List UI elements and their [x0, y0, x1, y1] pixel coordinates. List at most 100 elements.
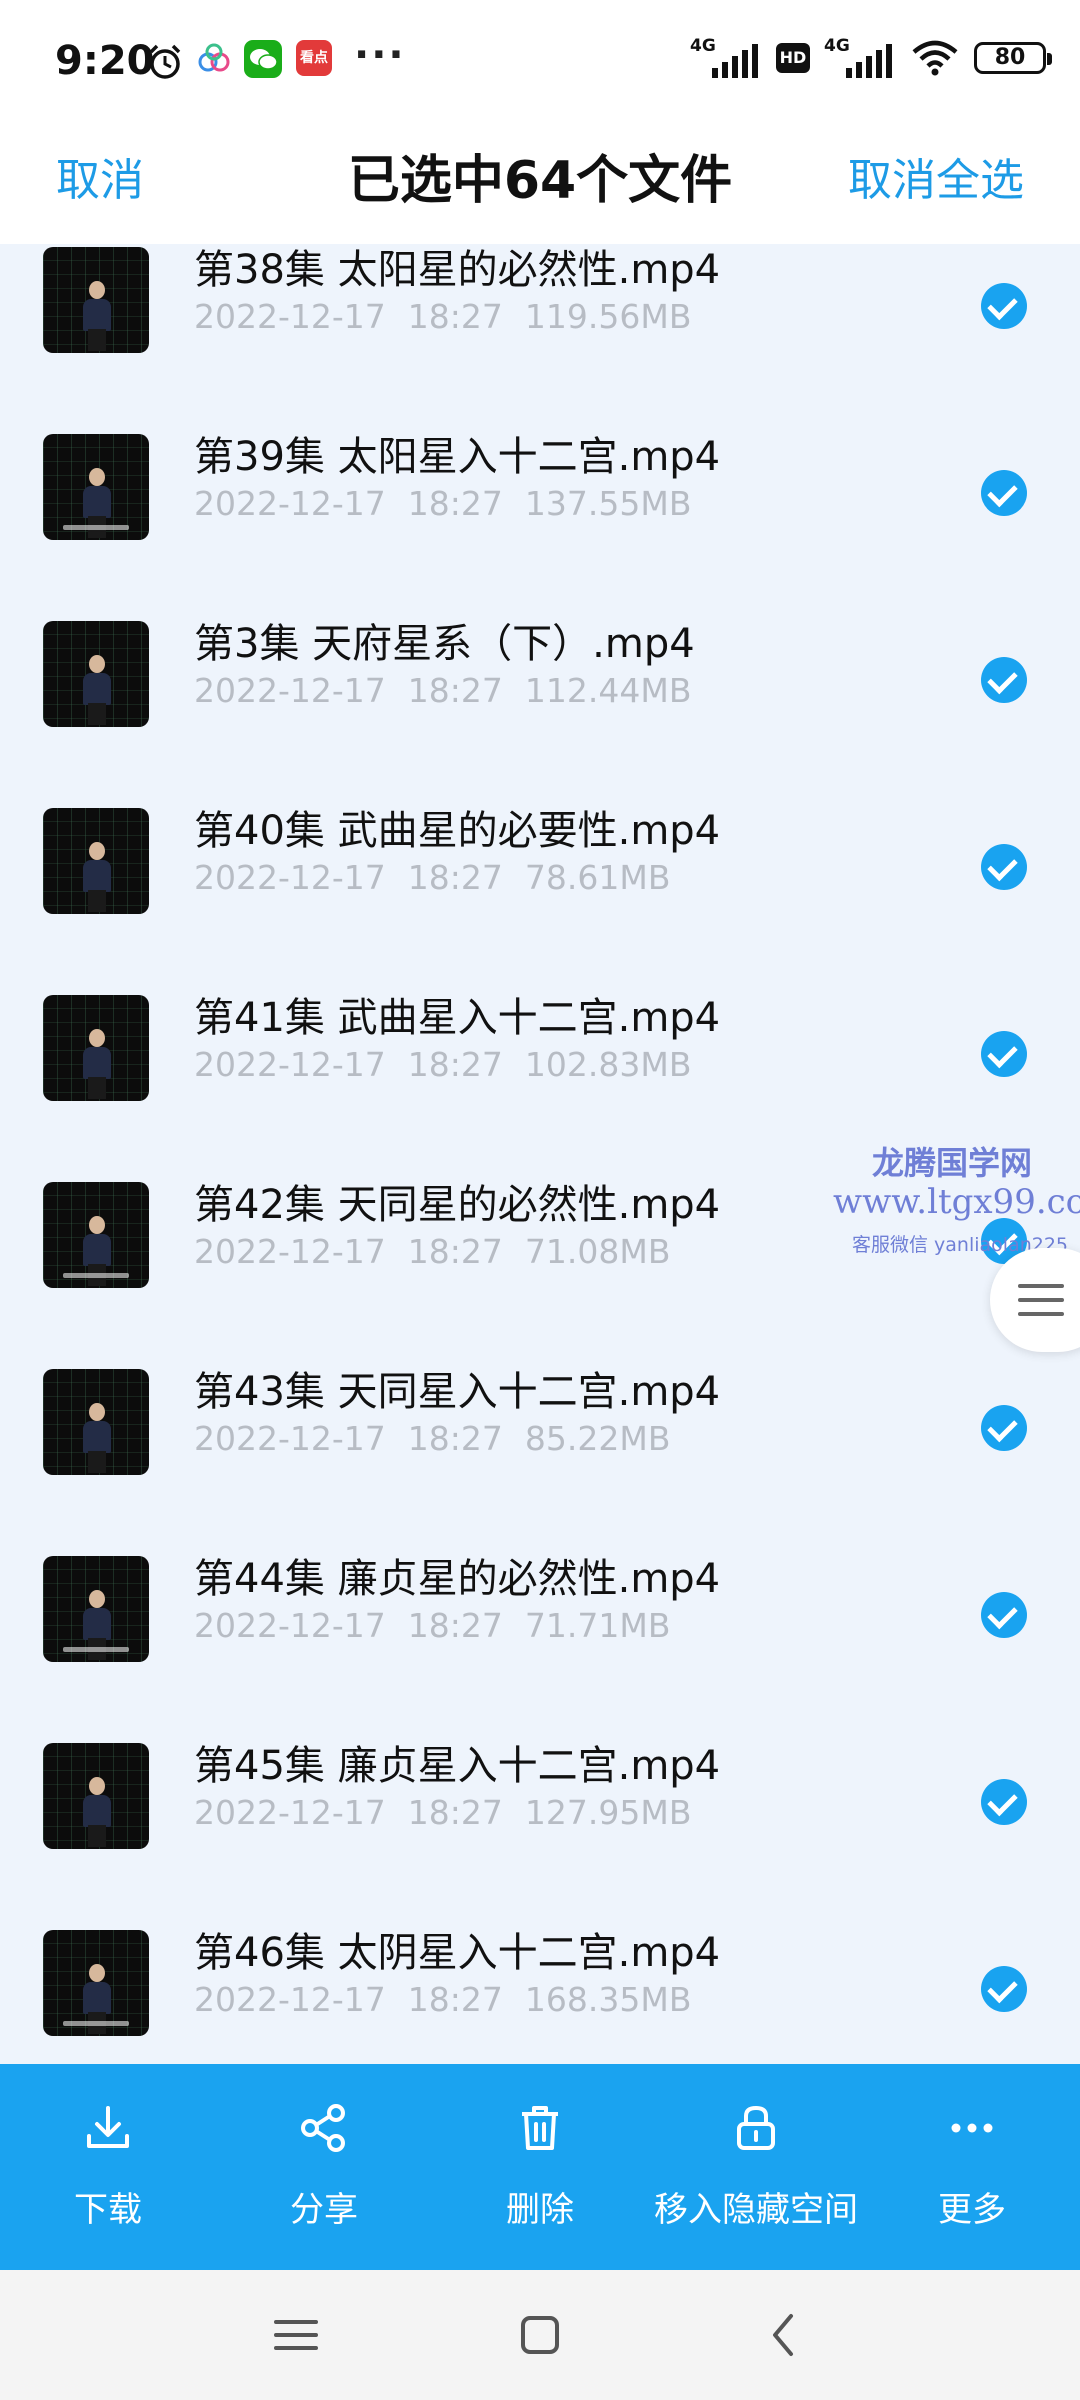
- video-thumbnail: [43, 995, 149, 1101]
- list-item[interactable]: 第40集 武曲星的必要性.mp4 2022-12-17 18:27 78.61MB: [0, 792, 1080, 979]
- file-size: 85.22MB: [524, 1419, 671, 1458]
- share-label: 分享: [290, 2190, 358, 2230]
- move-to-hidden-label: 移入隐藏空间: [654, 2190, 858, 2230]
- menu-icon[interactable]: [261, 2300, 331, 2370]
- file-date: 2022-12-17: [194, 671, 386, 710]
- file-meta: 2022-12-17 18:27 168.35MB: [194, 1980, 713, 2019]
- list-item[interactable]: 第43集 天同星入十二宫.mp4 2022-12-17 18:27 85.22MB: [0, 1353, 1080, 1540]
- file-name: 第42集 天同星的必然性.mp4: [194, 1182, 721, 1228]
- selected-checkbox[interactable]: [981, 1779, 1027, 1825]
- file-name: 第3集 天府星系（下）.mp4: [194, 621, 695, 667]
- file-meta: 2022-12-17 18:27 78.61MB: [194, 858, 692, 897]
- status-time: 9:20: [55, 38, 155, 84]
- deselect-all-button[interactable]: 取消全选: [848, 144, 1024, 208]
- download-button[interactable]: 下载: [0, 2064, 216, 2270]
- file-meta: 2022-12-17 18:27 71.08MB: [194, 1232, 692, 1271]
- wechat-icon: [244, 40, 282, 78]
- delete-label: 删除: [506, 2190, 574, 2230]
- file-time: 18:27: [407, 1045, 503, 1084]
- file-date: 2022-12-17: [194, 1045, 386, 1084]
- video-thumbnail: [43, 1556, 149, 1662]
- file-time: 18:27: [407, 1793, 503, 1832]
- system-nav-bar: [0, 2270, 1080, 2400]
- download-icon: [87, 2106, 129, 2148]
- file-meta: 2022-12-17 18:27 137.55MB: [194, 484, 713, 523]
- more-notifications-icon: ···: [354, 32, 406, 78]
- list-item[interactable]: 第44集 廉贞星的必然性.mp4 2022-12-17 18:27 71.71MB: [0, 1540, 1080, 1727]
- home-icon[interactable]: [505, 2300, 575, 2370]
- file-time: 18:27: [407, 484, 503, 523]
- file-size: 168.35MB: [524, 1980, 692, 2019]
- selected-checkbox[interactable]: [981, 1966, 1027, 2012]
- file-time: 18:27: [407, 1419, 503, 1458]
- selected-checkbox[interactable]: [981, 844, 1027, 890]
- selected-checkbox[interactable]: [981, 470, 1027, 516]
- file-date: 2022-12-17: [194, 484, 386, 523]
- list-item[interactable]: 第3集 天府星系（下）.mp4 2022-12-17 18:27 112.44MB: [0, 605, 1080, 792]
- file-name: 第40集 武曲星的必要性.mp4: [194, 808, 721, 854]
- file-meta: 2022-12-17 18:27 112.44MB: [194, 671, 713, 710]
- status-bar: 9:20 看点 ··· 4G HD 4G 80: [0, 0, 1080, 118]
- list-item[interactable]: 第38集 太阳星的必然性.mp4 2022-12-17 18:27 119.56MB: [0, 244, 1080, 418]
- video-thumbnail: [43, 434, 149, 540]
- file-meta: 2022-12-17 18:27 85.22MB: [194, 1419, 692, 1458]
- file-name: 第46集 太阴星入十二宫.mp4: [194, 1930, 721, 1976]
- selected-checkbox[interactable]: [981, 1405, 1027, 1451]
- alarm-clock-icon: [149, 44, 181, 79]
- battery-icon: 80: [974, 42, 1052, 74]
- selected-checkbox[interactable]: [981, 1592, 1027, 1638]
- file-name: 第39集 太阳星入十二宫.mp4: [194, 434, 721, 480]
- file-time: 18:27: [407, 671, 503, 710]
- wifi-icon: [912, 40, 958, 76]
- watermark-url: www.ltgx99.com: [833, 1182, 1080, 1222]
- file-time: 18:27: [407, 297, 503, 336]
- share-icon: [301, 2104, 345, 2152]
- file-size: 102.83MB: [524, 1045, 692, 1084]
- file-date: 2022-12-17: [194, 1232, 386, 1271]
- video-thumbnail: [43, 1369, 149, 1475]
- file-meta: 2022-12-17 18:27 71.71MB: [194, 1606, 692, 1645]
- file-time: 18:27: [407, 1606, 503, 1645]
- selected-checkbox[interactable]: [981, 1031, 1027, 1077]
- news-app-icon: 看点: [296, 40, 332, 76]
- video-thumbnail: [43, 1743, 149, 1849]
- status-indicators: 4G HD 4G 80: [690, 36, 1052, 80]
- video-thumbnail: [43, 1930, 149, 2036]
- file-name: 第45集 廉贞星入十二宫.mp4: [194, 1743, 721, 1789]
- file-size: 78.61MB: [524, 858, 671, 897]
- trash-icon: [522, 2106, 558, 2150]
- file-meta: 2022-12-17 18:27 119.56MB: [194, 297, 713, 336]
- list-item[interactable]: 第46集 太阴星入十二宫.mp4 2022-12-17 18:27 168.35MB: [0, 1914, 1080, 2064]
- more-button[interactable]: 更多: [864, 2064, 1080, 2270]
- file-date: 2022-12-17: [194, 1419, 386, 1458]
- more-label: 更多: [938, 2190, 1006, 2230]
- file-name: 第44集 廉贞星的必然性.mp4: [194, 1556, 721, 1602]
- file-meta: 2022-12-17 18:27 127.95MB: [194, 1793, 713, 1832]
- selected-checkbox[interactable]: [981, 657, 1027, 703]
- back-icon[interactable]: [749, 2300, 819, 2370]
- file-date: 2022-12-17: [194, 1793, 386, 1832]
- file-time: 18:27: [407, 1980, 503, 2019]
- move-to-hidden-button[interactable]: 移入隐藏空间: [648, 2064, 864, 2270]
- file-time: 18:27: [407, 858, 503, 897]
- file-size: 71.71MB: [524, 1606, 671, 1645]
- list-item[interactable]: 第45集 廉贞星入十二宫.mp4 2022-12-17 18:27 127.95MB: [0, 1727, 1080, 1914]
- hd-voice-icon: HD: [776, 43, 810, 73]
- file-meta: 2022-12-17 18:27 102.83MB: [194, 1045, 713, 1084]
- more-dots-icon: [951, 2123, 993, 2133]
- signal-4g-icon-2: 4G: [824, 36, 896, 80]
- video-thumbnail: [43, 808, 149, 914]
- file-time: 18:27: [407, 1232, 503, 1271]
- file-size: 71.08MB: [524, 1232, 671, 1271]
- selection-header: 取消 已选中64个文件 取消全选: [0, 118, 1080, 244]
- delete-button[interactable]: 删除: [432, 2064, 648, 2270]
- file-size: 119.56MB: [524, 297, 692, 336]
- cloud-app-icon: [198, 43, 230, 72]
- list-item[interactable]: 第39集 太阳星入十二宫.mp4 2022-12-17 18:27 137.55MB: [0, 418, 1080, 605]
- lock-icon: [737, 2105, 775, 2150]
- file-size: 127.95MB: [524, 1793, 692, 1832]
- selected-checkbox[interactable]: [981, 283, 1027, 329]
- file-name: 第38集 太阳星的必然性.mp4: [194, 247, 721, 293]
- share-button[interactable]: 分享: [216, 2064, 432, 2270]
- file-name: 第43集 天同星入十二宫.mp4: [194, 1369, 721, 1415]
